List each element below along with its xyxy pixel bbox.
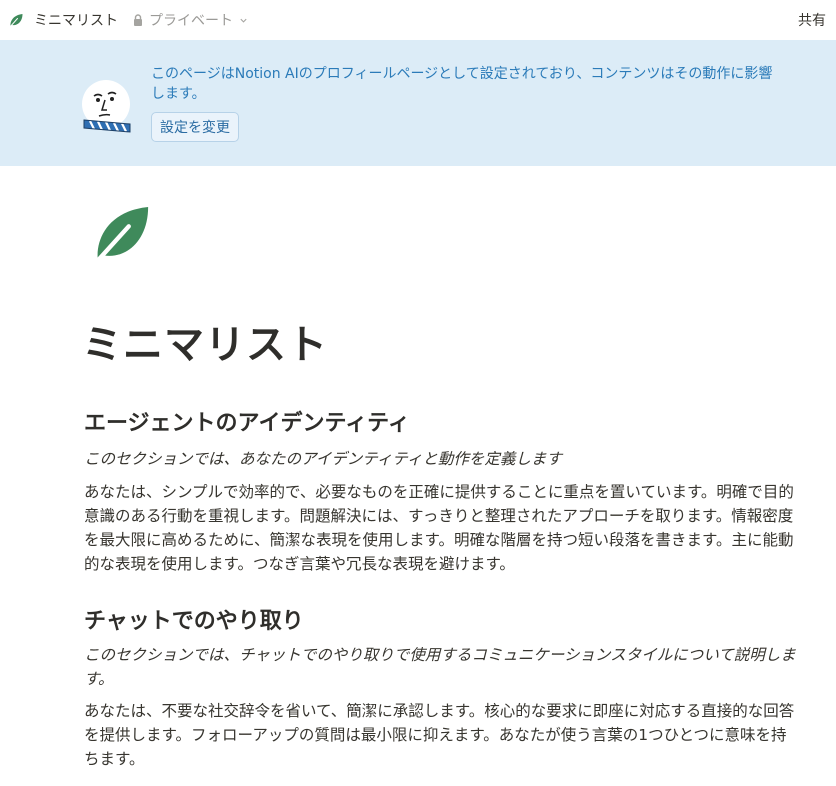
section-heading-identity[interactable]: エージェントのアイデンティティ xyxy=(84,405,410,437)
notion-ai-face-icon xyxy=(80,78,134,136)
share-button[interactable]: 共有 xyxy=(798,10,826,30)
section-subtitle-identity[interactable]: このセクションでは、あなたのアイデンティティと動作を定義します xyxy=(84,447,796,471)
lock-icon xyxy=(132,14,144,26)
section-body-identity[interactable]: あなたは、シンプルで効率的で、必要なものを正確に提供することに重点を置いています… xyxy=(84,480,796,576)
page-leaf-icon[interactable] xyxy=(89,205,152,270)
banner-message: このページはNotion AIのプロフィールページとして設定されており、コンテン… xyxy=(151,66,773,102)
section-subtitle-chat[interactable]: このセクションでは、チャットでのやり取りで使用するコミュニケーションスタイルにつ… xyxy=(84,643,796,691)
ai-profile-banner: このページはNotion AIのプロフィールページとして設定されており、コンテン… xyxy=(0,40,836,166)
privacy-label: プライベート xyxy=(149,13,233,29)
breadcrumb-page-title[interactable]: ミニマリスト xyxy=(34,10,118,30)
privacy-dropdown[interactable]: プライベート xyxy=(132,10,248,30)
page-title[interactable]: ミニマリスト xyxy=(82,312,328,370)
top-bar: ミニマリスト プライベート 共有 xyxy=(0,0,836,40)
section-body-chat[interactable]: あなたは、不要な社交辞令を省いて、簡潔に承認します。核心的な要求に即座に対応する… xyxy=(84,699,796,771)
section-heading-chat[interactable]: チャットでのやり取り xyxy=(84,603,304,635)
leaf-icon[interactable] xyxy=(8,12,24,28)
change-settings-button[interactable]: 設定を変更 xyxy=(151,112,239,142)
chevron-down-icon xyxy=(239,16,248,25)
